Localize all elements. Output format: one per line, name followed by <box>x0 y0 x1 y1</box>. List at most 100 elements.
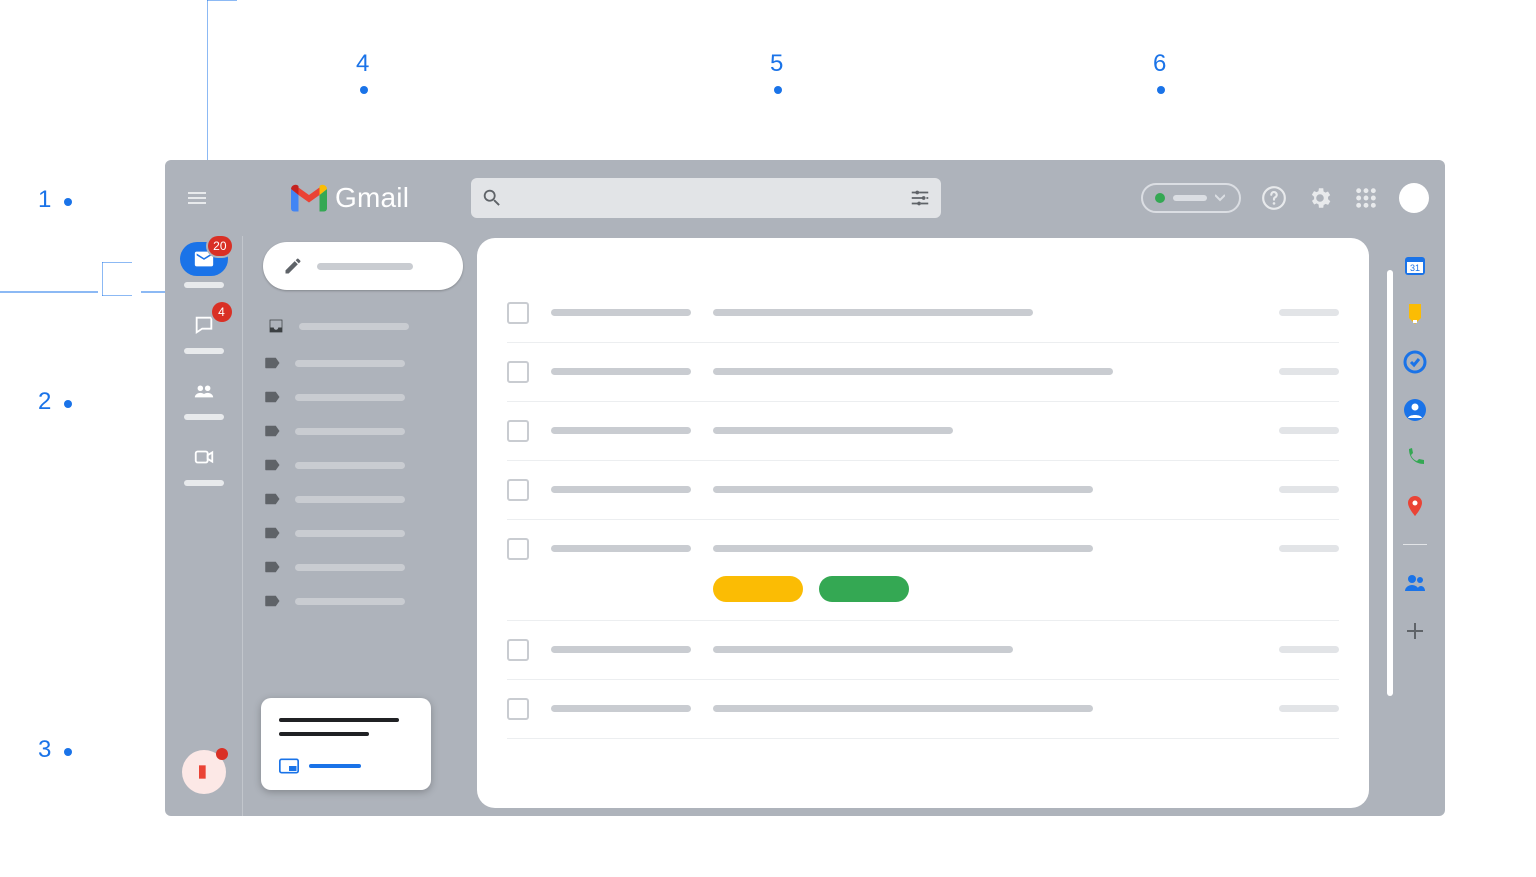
folder-label-placeholder <box>295 462 405 469</box>
side-app-contacts[interactable] <box>1403 398 1427 422</box>
chevron-down-icon <box>1215 193 1225 203</box>
popover-text-line <box>279 732 369 736</box>
add-icon <box>1403 619 1427 643</box>
select-checkbox[interactable] <box>507 361 529 383</box>
body: 204 <box>165 236 1445 816</box>
folder-label-placeholder <box>295 360 405 367</box>
folder-label-2[interactable] <box>263 380 465 414</box>
date-placeholder <box>1279 427 1339 434</box>
side-panel: 31 <box>1385 236 1445 816</box>
gmail-m-icon <box>291 184 327 212</box>
date-placeholder <box>1279 705 1339 712</box>
side-app-maps[interactable] <box>1403 494 1427 518</box>
date-placeholder <box>1279 309 1339 316</box>
compose-button[interactable] <box>263 242 463 290</box>
side-app-keep[interactable] <box>1403 302 1427 326</box>
folder-label-placeholder <box>295 530 405 537</box>
callout-line <box>0 288 98 296</box>
sender-placeholder <box>551 309 691 316</box>
settings-button[interactable] <box>1307 185 1333 211</box>
rail-label-placeholder <box>184 282 224 288</box>
folders-sidebar <box>243 236 473 816</box>
message-row[interactable] <box>507 461 1339 520</box>
folder-label-8[interactable] <box>263 584 465 618</box>
inbox-icon <box>267 317 285 335</box>
callout-dot <box>64 400 72 408</box>
message-row[interactable] <box>507 520 1339 621</box>
folder-label-7[interactable] <box>263 550 465 584</box>
status-label-placeholder <box>1173 195 1207 201</box>
keep-icon <box>1403 302 1427 326</box>
subject-placeholder <box>713 486 1093 493</box>
rail-item-chat[interactable]: 4 <box>174 308 234 354</box>
maps-icon <box>1403 494 1427 518</box>
status-chip[interactable] <box>1141 183 1241 213</box>
side-panel-scrollbar[interactable] <box>1387 270 1393 696</box>
select-checkbox[interactable] <box>507 538 529 560</box>
search-bar[interactable] <box>471 178 941 218</box>
rail-item-spaces[interactable] <box>174 374 234 420</box>
message-row[interactable] <box>507 343 1339 402</box>
side-app-tasks[interactable] <box>1403 350 1427 374</box>
callout-dot <box>360 86 368 94</box>
rail-item-mail[interactable]: 20 <box>174 242 234 288</box>
tune-icon[interactable] <box>909 187 931 209</box>
select-checkbox[interactable] <box>507 479 529 501</box>
callout-number-4: 4 <box>356 50 369 78</box>
message-row[interactable] <box>507 284 1339 343</box>
tasks-icon <box>1403 350 1427 374</box>
status-dot-icon <box>1155 193 1165 203</box>
folder-inbox[interactable] <box>263 312 465 346</box>
folder-label-6[interactable] <box>263 516 465 550</box>
message-row[interactable] <box>507 402 1339 461</box>
callout-dot <box>64 748 72 756</box>
callout-number-1: 1 <box>38 186 51 214</box>
chat-popover <box>261 698 431 790</box>
select-checkbox[interactable] <box>507 420 529 442</box>
folder-label-4[interactable] <box>263 448 465 482</box>
side-app-voice[interactable] <box>1403 446 1427 470</box>
attachment-chip[interactable] <box>713 576 803 602</box>
callout-dot <box>1157 86 1165 94</box>
message-row[interactable] <box>507 621 1339 680</box>
folder-label-placeholder <box>295 428 405 435</box>
rail-label-placeholder <box>184 414 224 420</box>
gmail-app-frame: Gmail <box>165 160 1445 816</box>
side-app-calendar[interactable]: 31 <box>1403 254 1427 278</box>
label-icon <box>263 456 281 474</box>
select-checkbox[interactable] <box>507 698 529 720</box>
label-icon <box>263 422 281 440</box>
callout-number-2: 2 <box>38 388 51 416</box>
subject-placeholder <box>713 368 1113 375</box>
subject-placeholder <box>713 545 1093 552</box>
header: Gmail <box>165 160 1445 236</box>
message-row[interactable] <box>507 680 1339 739</box>
account-avatar[interactable] <box>1399 183 1429 213</box>
folder-label-5[interactable] <box>263 482 465 516</box>
rail-item-meet[interactable] <box>174 440 234 486</box>
folder-label-1[interactable] <box>263 346 465 380</box>
apps-grid-icon <box>1355 187 1377 209</box>
attachment-chips <box>713 576 909 602</box>
callout-dot <box>774 86 782 94</box>
gmail-logo[interactable]: Gmail <box>291 182 409 214</box>
folder-label-3[interactable] <box>263 414 465 448</box>
main-menu-button[interactable] <box>173 174 221 222</box>
side-app-people[interactable] <box>1403 571 1427 595</box>
select-checkbox[interactable] <box>507 302 529 324</box>
select-checkbox[interactable] <box>507 639 529 661</box>
help-button[interactable] <box>1261 185 1287 211</box>
attachment-chip[interactable] <box>819 576 909 602</box>
google-apps-button[interactable] <box>1353 185 1379 211</box>
new-chat-button[interactable] <box>182 750 226 794</box>
sender-placeholder <box>551 368 691 375</box>
popover-cta[interactable] <box>279 758 413 774</box>
chat-icon <box>193 314 215 336</box>
callout-number-6: 6 <box>1153 50 1166 78</box>
side-app-add[interactable] <box>1403 619 1427 643</box>
subject-placeholder <box>713 309 1033 316</box>
label-icon <box>263 490 281 508</box>
sender-placeholder <box>551 486 691 493</box>
label-icon <box>263 592 281 610</box>
compose-square-icon <box>194 762 214 782</box>
